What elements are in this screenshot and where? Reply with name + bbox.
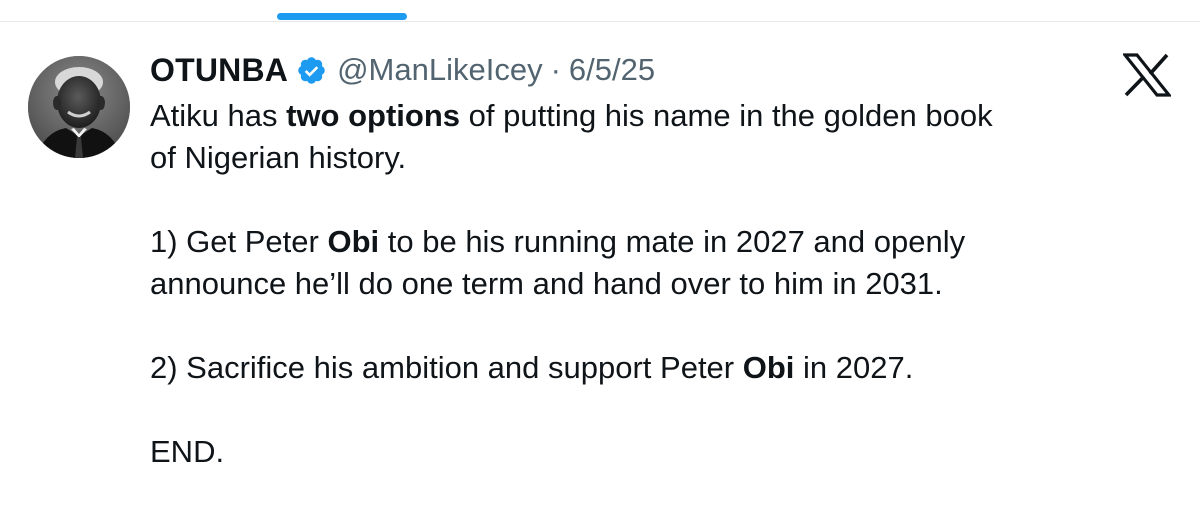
text-segment: of putting his name in the golden book [460, 98, 993, 133]
tweet-date[interactable]: 6/5/25 [569, 52, 655, 88]
separator-dot: · [550, 52, 561, 87]
option-two: 2) Sacrifice his ambition and support Pe… [150, 347, 1170, 389]
option-one-line-2: announce he’ll do one term and hand over… [150, 266, 943, 301]
option-one-line-1: 1) Get Peter Obi to be his running mate … [150, 221, 1170, 263]
avatar[interactable] [28, 56, 130, 158]
top-divider [0, 21, 1200, 22]
author-handle[interactable]: @ManLikeIcey [337, 52, 543, 88]
paragraph-intro-line-2: of Nigerian history. [150, 140, 407, 175]
text-segment: Atiku has [150, 98, 287, 133]
text-segment: in 2027. [794, 350, 914, 385]
text-segment: to be his running mate in 2027 and openl… [379, 224, 966, 259]
bold-text: two options [286, 98, 461, 133]
text-segment: 2) Sacrifice his ambition and support Pe… [150, 350, 743, 385]
bold-text: Obi [327, 224, 380, 259]
verified-badge-icon [296, 55, 327, 86]
tweet-text: Atiku has two options of putting his nam… [150, 95, 1170, 473]
bold-text: Obi [742, 350, 795, 385]
x-logo-icon[interactable] [1123, 53, 1171, 97]
active-tab-indicator [277, 13, 407, 20]
text-segment: 1) Get Peter [150, 224, 328, 259]
profile-photo [28, 56, 130, 158]
author-display-name[interactable]: OTUNBA [150, 52, 288, 89]
paragraph-intro-line-1: Atiku has two options of putting his nam… [150, 95, 1170, 137]
tweet-header: OTUNBA @ManLikeIcey · 6/5/25 [150, 48, 655, 92]
closing-text: END. [150, 434, 225, 469]
